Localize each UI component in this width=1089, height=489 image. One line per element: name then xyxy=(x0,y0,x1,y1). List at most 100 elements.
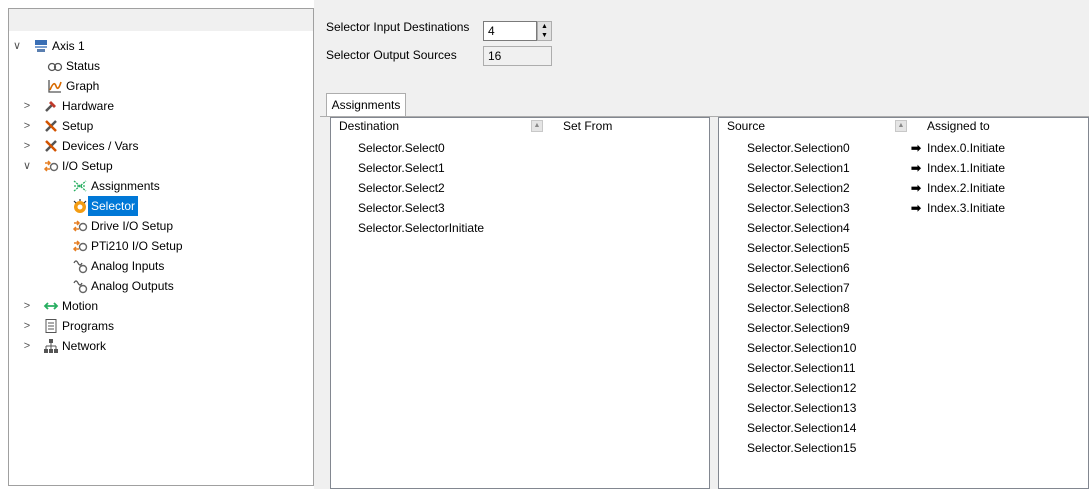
navigation-tree: ∨ Axis 1 Status Graph > Hardware > Setup > Device… xyxy=(8,8,314,486)
tree-item-motion[interactable]: > Motion xyxy=(9,296,309,316)
source-row[interactable]: Selector.Selection12 xyxy=(747,378,856,398)
source-row[interactable]: Selector.Selection11 xyxy=(747,358,856,378)
tree-item-pti210-i-o-setup[interactable]: PTi210 I/O Setup xyxy=(9,236,309,256)
assigned-to-cell[interactable]: ➡ Index.2.Initiate xyxy=(911,178,1005,198)
assigned-to-column-header[interactable]: Assigned to xyxy=(927,118,990,134)
assigned-to-label: Index.0.Initiate xyxy=(927,141,1006,155)
expand-chevron-icon[interactable]: > xyxy=(22,136,32,156)
tree-item-assignments[interactable]: Assignments xyxy=(9,176,309,196)
output-sources-label: Selector Output Sources xyxy=(326,48,457,62)
tree-item-label: Drive I/O Setup xyxy=(91,219,174,233)
tree-item-label: Status xyxy=(66,59,101,73)
source-row[interactable]: Selector.Selection7 xyxy=(747,278,850,298)
tree-item-graph[interactable]: Graph xyxy=(9,76,309,96)
source-row[interactable]: Selector.Selection4 xyxy=(747,218,850,238)
destination-row[interactable]: Selector.Select3 xyxy=(358,198,445,218)
graph-icon xyxy=(47,78,63,94)
devices-icon xyxy=(43,138,59,154)
destination-row[interactable]: Selector.Select0 xyxy=(358,138,445,158)
assigned-to-cell[interactable]: ➡ Index.1.Initiate xyxy=(911,158,1005,178)
input-destinations-field[interactable]: 4 xyxy=(483,21,537,41)
sort-icon[interactable]: ▲ xyxy=(531,120,543,132)
expand-chevron-icon[interactable]: > xyxy=(22,316,32,336)
collapse-chevron-icon[interactable]: ∨ xyxy=(22,156,32,176)
set-from-column-header[interactable]: Set From xyxy=(563,118,612,134)
tree-item-label: Network xyxy=(62,339,107,353)
arrow-right-icon: ➡ xyxy=(911,161,922,175)
tree-item-label: Assignments xyxy=(91,179,160,193)
tree-item-label: Selector xyxy=(88,196,139,216)
spin-up-icon[interactable]: ▲ xyxy=(538,22,551,31)
collapse-chevron-icon[interactable]: ∨ xyxy=(12,36,22,56)
output-sources-field: 16 xyxy=(483,46,552,66)
assigned-to-label: Index.3.Initiate xyxy=(927,201,1006,215)
analog-inputs-icon xyxy=(72,258,88,274)
network-icon xyxy=(43,338,59,354)
tree-item-drive-i-o-setup[interactable]: Drive I/O Setup xyxy=(9,216,309,236)
tree-item-axis-1[interactable]: ∨ Axis 1 xyxy=(9,36,309,56)
tree-item-label: Analog Inputs xyxy=(91,259,165,273)
io-setup-icon xyxy=(43,158,59,174)
expand-chevron-icon[interactable]: > xyxy=(22,336,32,356)
destination-row[interactable]: Selector.Select1 xyxy=(358,158,445,178)
source-column-header[interactable]: Source xyxy=(727,118,765,134)
tree-item-label: Analog Outputs xyxy=(91,279,174,293)
source-row[interactable]: Selector.Selection10 xyxy=(747,338,856,358)
tree-item-label: Motion xyxy=(62,299,99,313)
tree-item-setup[interactable]: > Setup xyxy=(9,116,309,136)
programs-icon xyxy=(43,318,59,334)
destination-list[interactable]: Destination ▲ Set From Selector.Select0 S… xyxy=(330,117,710,489)
assigned-to-cell[interactable]: ➡ Index.3.Initiate xyxy=(911,198,1005,218)
tree-item-programs[interactable]: > Programs xyxy=(9,316,309,336)
tree-item-network[interactable]: > Network xyxy=(9,336,309,356)
tree-item-i-o-setup[interactable]: ∨ I/O Setup xyxy=(9,156,309,176)
source-row[interactable]: Selector.Selection5 xyxy=(747,238,850,258)
source-row[interactable]: Selector.Selection3 xyxy=(747,198,850,218)
tree-item-label: I/O Setup xyxy=(62,159,113,173)
tree-item-label: Hardware xyxy=(62,99,115,113)
source-row[interactable]: Selector.Selection8 xyxy=(747,298,850,318)
source-row[interactable]: Selector.Selection6 xyxy=(747,258,850,278)
arrow-right-icon: ➡ xyxy=(911,181,922,195)
tree-item-hardware[interactable]: > Hardware xyxy=(9,96,309,116)
arrow-right-icon: ➡ xyxy=(911,141,922,155)
expand-chevron-icon[interactable]: > xyxy=(22,296,32,316)
input-destinations-spinner[interactable]: ▲ ▼ xyxy=(537,21,552,41)
tree-item-analog-inputs[interactable]: Analog Inputs xyxy=(9,256,309,276)
assigned-to-cell[interactable]: ➡ Index.0.Initiate xyxy=(911,138,1005,158)
expand-chevron-icon[interactable]: > xyxy=(22,96,32,116)
tab-assignments[interactable]: Assignments xyxy=(326,93,406,117)
source-row[interactable]: Selector.Selection13 xyxy=(747,398,856,418)
hardware-icon xyxy=(43,98,59,114)
spin-down-icon[interactable]: ▼ xyxy=(538,31,551,40)
tree-item-label: PTi210 I/O Setup xyxy=(91,239,183,253)
destination-row[interactable]: Selector.SelectorInitiate xyxy=(358,218,484,238)
motion-icon xyxy=(43,298,59,314)
drive-io-icon xyxy=(72,218,88,234)
source-row[interactable]: Selector.Selection14 xyxy=(747,418,856,438)
tree-item-label: Setup xyxy=(62,119,94,133)
tree-item-devices-vars[interactable]: > Devices / Vars xyxy=(9,136,309,156)
analog-outputs-icon xyxy=(72,278,88,294)
assignments-icon xyxy=(72,178,88,194)
tree-item-analog-outputs[interactable]: Analog Outputs xyxy=(9,276,309,296)
assigned-to-label: Index.2.Initiate xyxy=(927,181,1006,195)
sort-icon[interactable]: ▲ xyxy=(895,120,907,132)
tree-item-label: Devices / Vars xyxy=(62,139,139,153)
tree-item-selector[interactable]: Selector xyxy=(9,196,309,216)
source-row[interactable]: Selector.Selection1 xyxy=(747,158,850,178)
source-row[interactable]: Selector.Selection9 xyxy=(747,318,850,338)
source-row[interactable]: Selector.Selection2 xyxy=(747,178,850,198)
tree-header-strip xyxy=(9,9,313,31)
source-list[interactable]: Source ▲ Assigned to Selector.Selection0… xyxy=(718,117,1089,489)
destination-column-header[interactable]: Destination xyxy=(339,118,399,134)
destination-row[interactable]: Selector.Select2 xyxy=(358,178,445,198)
source-row[interactable]: Selector.Selection0 xyxy=(747,138,850,158)
selector-icon xyxy=(72,198,88,214)
source-row[interactable]: Selector.Selection15 xyxy=(747,438,856,458)
tree-item-label: Axis 1 xyxy=(52,39,85,53)
destination-list-header: Destination ▲ Set From xyxy=(331,118,687,134)
expand-chevron-icon[interactable]: > xyxy=(22,116,32,136)
setup-icon xyxy=(43,118,59,134)
tree-item-status[interactable]: Status xyxy=(9,56,309,76)
